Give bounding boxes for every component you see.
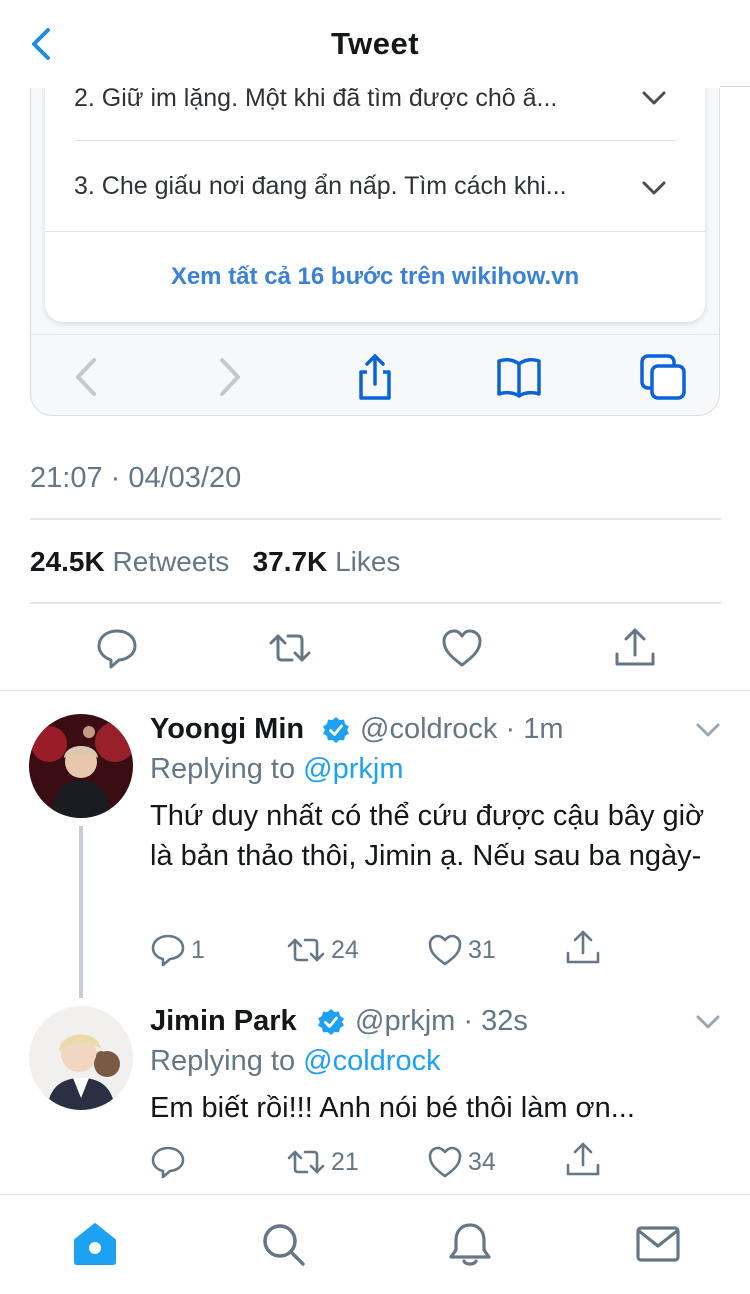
heart-icon[interactable]: [427, 930, 463, 970]
divider: [720, 86, 750, 87]
page-title: Tweet: [330, 26, 420, 61]
replying-to-link[interactable]: @prkjm: [303, 753, 403, 785]
reply-text: Em biết rồi!!! Anh nói bé thôi làm ơn...: [150, 1092, 635, 1124]
retweet-icon[interactable]: [286, 930, 326, 970]
retweets-count: 24.5K: [30, 546, 105, 577]
divider: [45, 231, 705, 232]
tweet-timestamp: 21:07 · 04/03/20: [30, 462, 242, 494]
divider: [30, 518, 721, 520]
search-icon[interactable]: [259, 1220, 307, 1268]
chevron-down-icon[interactable]: [640, 88, 668, 108]
bookmarks-icon[interactable]: [491, 350, 547, 404]
thread-line: [79, 826, 83, 998]
home-icon[interactable]: [71, 1220, 119, 1268]
card-step[interactable]: 3. Che giấu nơi đang ẩn nấp. Tìm cách kh…: [74, 172, 634, 201]
chevron-down-icon[interactable]: [640, 178, 668, 198]
like-count: 31: [468, 936, 496, 964]
notifications-icon[interactable]: [446, 1220, 494, 1268]
tabs-icon[interactable]: [636, 350, 692, 404]
divider: [31, 334, 719, 335]
divider: [30, 602, 721, 604]
tweet-counts: 24.5K Retweets 37.7K Likes: [30, 546, 400, 578]
divider: [74, 140, 676, 141]
retweet-count: 24: [331, 936, 359, 964]
retweet-icon[interactable]: [268, 626, 312, 670]
retweet-icon[interactable]: [286, 1142, 326, 1182]
replying-label: Replying to: [150, 753, 296, 785]
avatar[interactable]: [29, 714, 133, 818]
avatar-image: [29, 1006, 133, 1110]
card-step[interactable]: 2. Giữ im lặng. Một khi đã tìm được chỗ …: [74, 84, 634, 113]
likes-count: 37.7K: [252, 546, 328, 577]
forward-arrow-icon[interactable]: [202, 350, 258, 404]
share-icon[interactable]: [565, 928, 601, 968]
replying-to: Replying to @prkjm: [150, 753, 403, 786]
retweet-count: 21: [331, 1148, 359, 1176]
divider: [0, 690, 750, 691]
reply-icon[interactable]: [150, 1142, 186, 1182]
reply-icon[interactable]: [150, 930, 186, 970]
share-icon[interactable]: [613, 626, 657, 670]
retweets-label[interactable]: Retweets: [113, 546, 230, 577]
like-count: 34: [468, 1148, 496, 1176]
back-arrow-icon[interactable]: [58, 350, 114, 404]
replying-to: Replying to @coldrock: [150, 1045, 441, 1078]
reply-count: 1: [191, 936, 205, 964]
reply-text: Thứ duy nhất có thể cứu được cậu bây giờ…: [150, 800, 705, 872]
heart-icon[interactable]: [440, 626, 484, 670]
reply-author-name[interactable]: Jimin Park: [150, 1005, 297, 1038]
divider: [0, 1194, 750, 1195]
share-icon[interactable]: [347, 350, 403, 404]
reply-author-handle[interactable]: @prkjm · 32s: [355, 1005, 528, 1038]
heart-icon[interactable]: [427, 1142, 463, 1182]
chevron-down-icon[interactable]: [694, 1012, 722, 1032]
replying-label: Replying to: [150, 1045, 296, 1077]
back-button[interactable]: [24, 24, 60, 64]
verified-badge-icon: [318, 1009, 344, 1035]
messages-icon[interactable]: [634, 1220, 682, 1268]
reply-author-handle[interactable]: @coldrock · 1m: [360, 713, 563, 746]
back-chevron-icon: [32, 28, 50, 60]
reply-author-name[interactable]: Yoongi Min: [150, 713, 304, 746]
reply-icon[interactable]: [95, 626, 139, 670]
likes-label[interactable]: Likes: [335, 546, 400, 577]
avatar[interactable]: [29, 1006, 133, 1110]
chevron-down-icon[interactable]: [694, 720, 722, 740]
see-all-link[interactable]: Xem tất cả 16 bước trên wikihow.vn: [45, 263, 705, 291]
share-icon[interactable]: [565, 1140, 601, 1180]
verified-badge-icon: [323, 717, 349, 743]
avatar-image: [29, 714, 133, 818]
replying-to-link[interactable]: @coldrock: [303, 1045, 440, 1077]
